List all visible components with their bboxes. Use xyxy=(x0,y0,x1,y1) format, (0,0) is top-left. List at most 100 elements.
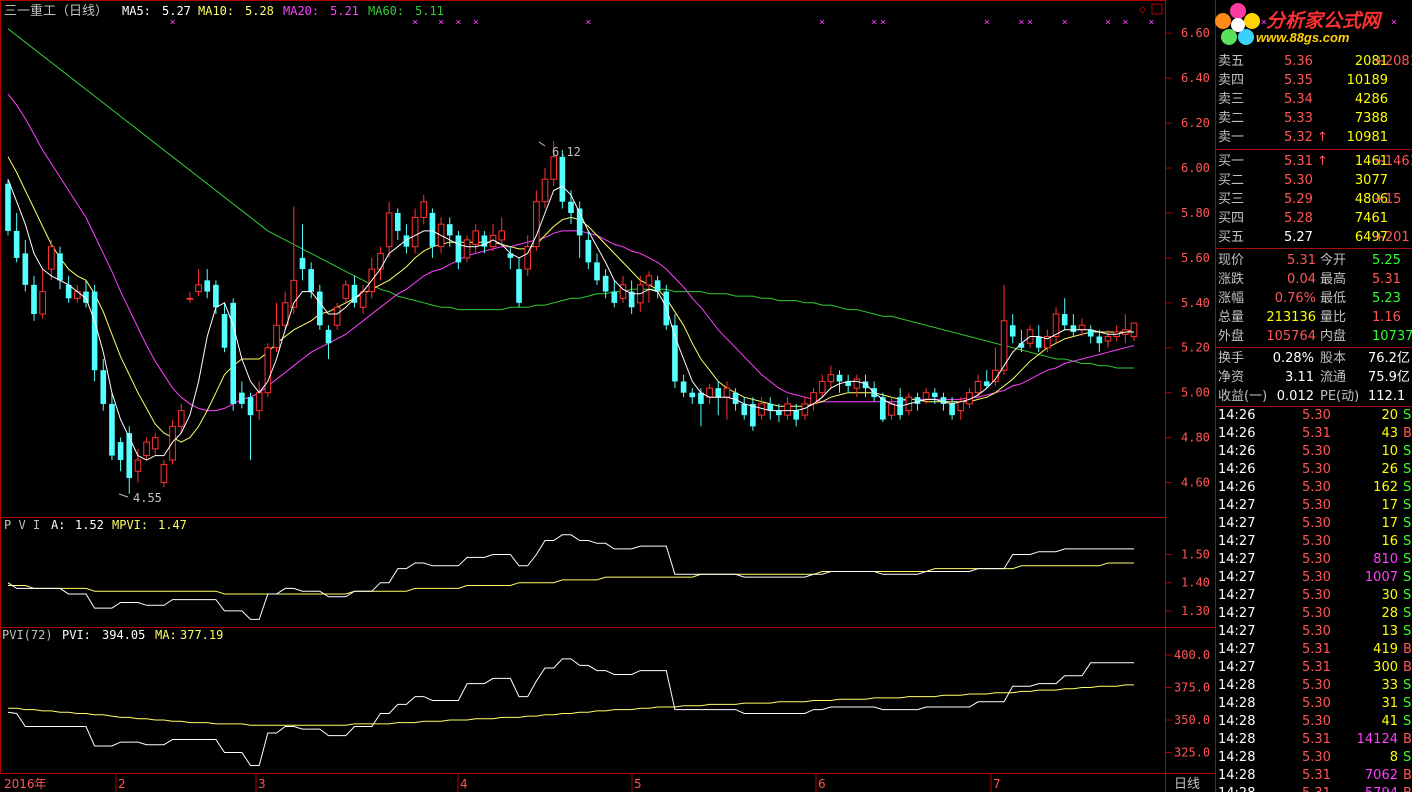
tick-row[interactable]: 14:27 5.30 810 S xyxy=(1216,551,1412,569)
candle xyxy=(472,224,480,254)
ask-row[interactable]: 卖五5.362081+2081 xyxy=(1216,52,1412,71)
candle-body xyxy=(221,314,228,348)
candle-body xyxy=(204,280,211,292)
bid-row[interactable]: 买四 5.28 7461 xyxy=(1216,209,1412,228)
tick-time: 14:26 xyxy=(1218,426,1256,441)
restore-icon[interactable]: ◇ xyxy=(1139,2,1147,16)
date-tick: 7 xyxy=(993,777,1001,791)
tick-row[interactable]: 14:26 5.30 20 S xyxy=(1216,407,1412,425)
tick-row[interactable]: 14:28 5.31 7062 B xyxy=(1216,767,1412,785)
candle xyxy=(351,275,358,308)
maximize-icon[interactable] xyxy=(1151,3,1163,15)
candle-body xyxy=(333,306,341,326)
candle-body xyxy=(516,269,522,303)
tick-side: B xyxy=(1403,642,1412,657)
tick-row[interactable]: 14:27 5.30 16 S xyxy=(1216,533,1412,551)
tick-side: S xyxy=(1403,534,1412,549)
candle-body xyxy=(463,239,471,259)
tick-row[interactable]: 14:26 5.30 162 S xyxy=(1216,479,1412,497)
candlesticks[interactable] xyxy=(5,141,1138,494)
ma10-legend-label: MA10: xyxy=(198,4,234,18)
tick-row[interactable]: 14:27 5.31 419 B xyxy=(1216,641,1412,659)
tick-price: 5.30 xyxy=(1302,408,1331,423)
tick-price: 5.30 xyxy=(1302,480,1331,495)
tick-price: 5.30 xyxy=(1302,750,1331,765)
bid-row[interactable]: 买五 5.27 6497 +201 xyxy=(1216,228,1412,247)
tick-row[interactable]: 14:26 5.30 26 S xyxy=(1216,461,1412,479)
tick-volume: 41 xyxy=(1381,714,1398,729)
tick-row[interactable]: 14:28 5.30 8 S xyxy=(1216,749,1412,767)
candle xyxy=(317,284,323,330)
candle-body xyxy=(698,392,704,404)
tick-volume: 810 xyxy=(1373,552,1398,567)
signal-marker: × xyxy=(438,17,444,28)
candle xyxy=(463,235,471,263)
ma20-legend-value: 5.21 xyxy=(330,4,359,18)
tick-row[interactable]: 14:27 5.30 30 S xyxy=(1216,587,1412,605)
tick-side: B xyxy=(1403,732,1412,747)
tick-row[interactable]: 14:27 5.30 28 S xyxy=(1216,605,1412,623)
tick-row[interactable]: 14:26 5.30 10 S xyxy=(1216,443,1412,461)
candle-body xyxy=(91,291,98,371)
tick-row[interactable]: 14:28 5.31 5794 B xyxy=(1216,785,1412,792)
tick-price: 5.30 xyxy=(1302,444,1331,459)
candle xyxy=(264,343,272,398)
tick-row[interactable]: 14:27 5.30 17 S xyxy=(1216,515,1412,533)
ask-row[interactable]: 卖三 5.34 4286 xyxy=(1216,90,1412,109)
tick-volume: 33 xyxy=(1381,678,1398,693)
candle-body xyxy=(741,403,748,416)
stat-label: 换手 xyxy=(1218,351,1245,366)
candle-body xyxy=(411,216,419,248)
candle-body xyxy=(151,437,159,450)
ask-row[interactable]: 卖二 5.33 7388 xyxy=(1216,109,1412,128)
tick-row[interactable]: 14:27 5.30 1007 S xyxy=(1216,569,1412,587)
candle-body xyxy=(594,262,600,281)
candle xyxy=(611,280,618,308)
tick-row[interactable]: 14:28 5.30 41 S xyxy=(1216,713,1412,731)
pvi72-lines xyxy=(7,658,1134,766)
tick-volume: 8 xyxy=(1389,750,1398,765)
tick-row[interactable]: 14:28 5.30 31 S xyxy=(1216,695,1412,713)
signal-marker: × xyxy=(871,17,877,28)
tick-side: S xyxy=(1403,552,1412,567)
tick-price: 5.30 xyxy=(1302,552,1331,567)
mpvi-label: MPVI: xyxy=(112,518,148,532)
candle xyxy=(5,179,11,236)
bid-up-arrow-icon: ↑ xyxy=(1317,154,1328,169)
candle-body xyxy=(750,403,756,427)
tick-row[interactable]: 14:27 5.31 300 B xyxy=(1216,659,1412,677)
tick-row[interactable]: 14:27 5.30 17 S xyxy=(1216,497,1412,515)
price-axis-label: 4.60 xyxy=(1181,476,1210,490)
tick-row[interactable]: 14:26 5.31 43 B xyxy=(1216,425,1412,443)
bid-row[interactable]: 买二 5.30 3077 xyxy=(1216,171,1412,190)
tick-price: 5.30 xyxy=(1302,516,1331,531)
ask-row[interactable]: 卖一 5.32 ↑ 10981 xyxy=(1216,128,1412,147)
candle-body xyxy=(645,275,653,286)
signal-marker: × xyxy=(1018,17,1024,28)
ask-row[interactable]: 卖四 5.35 10189 xyxy=(1216,71,1412,90)
bid-label: 买五 xyxy=(1218,230,1245,245)
kline-chart[interactable]: 6.60 6.40 6.20 6.00 5.80 5.60 5.40 5.20 5.00 4.80… xyxy=(0,0,1412,792)
bid-row[interactable]: 买三 5.29 4806 +15 xyxy=(1216,190,1412,209)
period-tab[interactable]: 日线 xyxy=(1174,777,1200,792)
candle xyxy=(195,269,202,297)
ask-volume: 10981 xyxy=(1346,130,1388,145)
stat-label: 涨幅 xyxy=(1218,291,1245,306)
candle-body xyxy=(117,442,124,461)
pvi-a-label: A: xyxy=(51,518,65,532)
bid-row[interactable]: 买一5.31↑1461+1461 xyxy=(1216,152,1412,171)
candle xyxy=(498,217,506,247)
candle-body xyxy=(299,257,306,270)
tick-time: 14:27 xyxy=(1218,534,1256,549)
candle-body xyxy=(255,392,263,412)
tick-row[interactable]: 14:28 5.30 33 S xyxy=(1216,677,1412,695)
tick-row[interactable]: 14:28 5.31 14124 B xyxy=(1216,731,1412,749)
tick-row[interactable]: 14:27 5.30 13 S xyxy=(1216,623,1412,641)
candle xyxy=(13,212,20,263)
candle xyxy=(957,397,965,420)
candle xyxy=(715,381,722,416)
stats-separator xyxy=(1216,347,1412,348)
tick-time: 14:26 xyxy=(1218,408,1256,423)
pvi-lines xyxy=(7,534,1134,620)
candle-body xyxy=(22,253,29,285)
